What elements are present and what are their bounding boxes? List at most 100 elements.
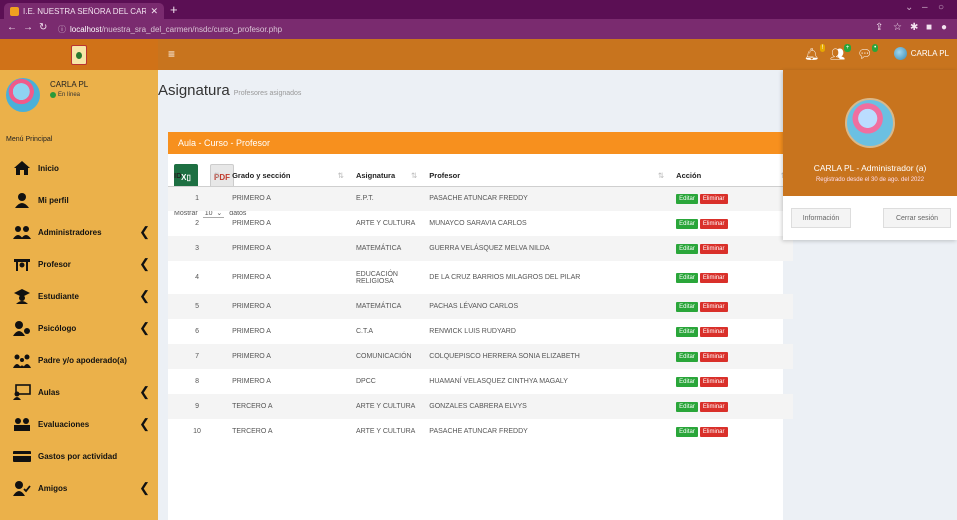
reload-icon[interactable]: ↻ (39, 22, 47, 33)
url-field[interactable]: ⓘ localhost/nuestra_sra_del_carmen/nsdc/… (58, 22, 798, 36)
browser-tab[interactable]: I.E. NUESTRA SEÑORA DEL CARN ✕ (4, 3, 164, 19)
sort-icon: ⇅ (337, 171, 344, 180)
sidebar-item-evaluaciones[interactable]: Evaluaciones ❮ (0, 408, 158, 440)
avatar (845, 98, 895, 148)
cell-id: 3 (195, 245, 199, 252)
edit-button[interactable]: Editar (676, 272, 698, 283)
cell-id: 7 (195, 353, 199, 360)
chevron-down-icon[interactable]: ⌄ (905, 2, 913, 13)
edit-button[interactable]: Editar (676, 351, 698, 362)
column-header-asignatura[interactable]: Asignatura ⇅ (349, 166, 424, 187)
delete-button[interactable]: Eliminar (699, 218, 728, 229)
edit-button[interactable]: Editar (676, 401, 698, 412)
page-subtitle: Profesores asignados (233, 90, 302, 97)
delete-button[interactable]: Eliminar (699, 301, 728, 312)
sidebar-user-name: CARLA PL (50, 80, 89, 89)
cell-grado: PRIMERO A (232, 303, 271, 310)
sidebar-item-inicio[interactable]: Inicio (0, 152, 158, 184)
chevron-left-icon: ❮ (139, 256, 150, 271)
table-row: 9 TERCERO A ARTE Y CULTURA GONZALES CABR… (168, 394, 793, 419)
edit-button[interactable]: Editar (676, 301, 698, 312)
maximize-icon[interactable]: ○ (938, 2, 944, 13)
cell-accion: Editar Eliminar (670, 294, 793, 319)
delete-button[interactable]: Eliminar (699, 426, 728, 437)
bell-icon[interactable]: 🔔︎! (804, 44, 826, 61)
edit-button[interactable]: Editar (676, 243, 698, 254)
delete-button[interactable]: Eliminar (699, 193, 728, 204)
sidebar-item-aulas[interactable]: Aulas ❮ (0, 376, 158, 408)
sidebar-item-profesor[interactable]: Profesor ❮ (0, 248, 158, 280)
cell-grado: PRIMERO A (232, 328, 271, 335)
share-icon[interactable]: ⇪ (875, 22, 883, 33)
sidebar-item-label: Mi perfil (38, 195, 69, 205)
user-menu[interactable]: CARLA PL (893, 47, 949, 60)
cell-grado: PRIMERO A (232, 245, 271, 252)
sidebar-item-gastos[interactable]: Gastos por actividad (0, 440, 158, 472)
back-icon[interactable]: ← (7, 22, 17, 33)
cell-id: 4 (195, 274, 199, 281)
table-header-row: ID ⇅ Grado y sección ⇅ Asignatura ⇅ Profeso… (168, 166, 793, 187)
delete-button[interactable]: Eliminar (699, 326, 728, 337)
cell-grado: PRIMERO A (232, 195, 271, 203)
table-row: 7 PRIMERO A COMUNICACIÓN COLQUEPISCO HER… (168, 344, 793, 369)
edit-button[interactable]: Editar (676, 426, 698, 437)
user-panel: CARLA PL En línea (0, 70, 158, 132)
sidebar-item-psicologo[interactable]: Psicólogo ❮ (0, 312, 158, 344)
star-icon[interactable]: ☆ (893, 22, 902, 33)
logout-button[interactable]: Cerrar sesión (883, 208, 951, 228)
sidebar-item-label: Profesor (38, 259, 71, 269)
header-label: Asignatura (355, 171, 396, 181)
status-text: En línea (58, 92, 81, 98)
sidebar-item-padre[interactable]: Padre y/o apoderado(a) (0, 344, 158, 376)
tab-close-icon[interactable]: ✕ (150, 6, 164, 17)
delete-button[interactable]: Eliminar (699, 272, 728, 283)
delete-button[interactable]: Eliminar (699, 376, 728, 387)
column-header-grado[interactable]: Grado y sección ⇅ (226, 166, 350, 187)
group-icon (12, 224, 32, 240)
sidebar: CARLA PL En línea Menú Principal Inicio … (0, 70, 158, 520)
delete-button[interactable]: Eliminar (699, 351, 728, 362)
school-logo[interactable] (0, 39, 158, 70)
online-dot-icon (50, 92, 56, 98)
column-header-profesor[interactable]: Profesor ⇅ (423, 166, 671, 187)
header-label: Profesor (429, 171, 461, 181)
header-label: ID (174, 171, 182, 181)
new-tab-icon[interactable]: + (170, 2, 178, 17)
edit-button[interactable]: Editar (676, 193, 698, 204)
users-icon[interactable]: 👥︎ + (830, 44, 852, 61)
forward-icon[interactable]: → (23, 22, 33, 33)
user-dropdown: CARLA PL - Administrador (a) Registrado … (783, 70, 957, 240)
chevron-left-icon: ❮ (139, 288, 150, 303)
info-button[interactable]: Información (791, 208, 851, 228)
sidebar-item-amigos[interactable]: Amigos ❮ (0, 472, 158, 504)
delete-button[interactable]: Eliminar (699, 401, 728, 412)
url-path: /nuestra_sra_del_carmen/nsdc/curso_profe… (101, 24, 283, 34)
profile-icon[interactable]: ● (941, 22, 947, 33)
sidebar-item-administradores[interactable]: Administradores ❮ (0, 216, 158, 248)
delete-button[interactable]: Eliminar (699, 243, 728, 254)
user-dropdown-header: CARLA PL - Administrador (a) Registrado … (783, 70, 957, 196)
user-menu-name: CARLA PL (910, 49, 949, 58)
cell-asignatura: EDUCACIÓN RELIGIOSA (355, 270, 398, 285)
sidebar-item-mi-perfil[interactable]: Mi perfil (0, 184, 158, 216)
cell-profesor: DE LA CRUZ BARRIOS MILAGROS DEL PILAR (429, 274, 581, 281)
extensions-icon[interactable]: ✱ (910, 22, 918, 33)
menu-toggle-icon[interactable]: ≡ (168, 47, 175, 61)
column-header-id[interactable]: ID ⇅ (168, 166, 227, 187)
crest-icon (71, 44, 87, 65)
minimize-icon[interactable]: – (922, 2, 928, 13)
cell-profesor: HUAMANÍ VELASQUEZ CINTHYA MAGALY (429, 378, 568, 385)
edit-button[interactable]: Editar (676, 218, 698, 229)
avatar (6, 78, 40, 112)
cell-asignatura: E.P.T. (355, 195, 374, 203)
cell-asignatura: ARTE Y CULTURA (355, 428, 416, 435)
user-icon (12, 192, 32, 208)
table-row: 1 PRIMERO A E.P.T. PASACHE ATUNCAR FREDD… (168, 186, 793, 211)
window-icon[interactable]: ■ (926, 22, 932, 33)
chat-icon[interactable]: 💬︎ • (857, 44, 879, 61)
sidebar-item-label: Psicólogo (38, 323, 77, 333)
column-header-accion[interactable]: Acción⇅ (670, 166, 793, 187)
sidebar-item-estudiante[interactable]: Estudiante ❮ (0, 280, 158, 312)
edit-button[interactable]: Editar (676, 326, 698, 337)
edit-button[interactable]: Editar (676, 376, 698, 387)
